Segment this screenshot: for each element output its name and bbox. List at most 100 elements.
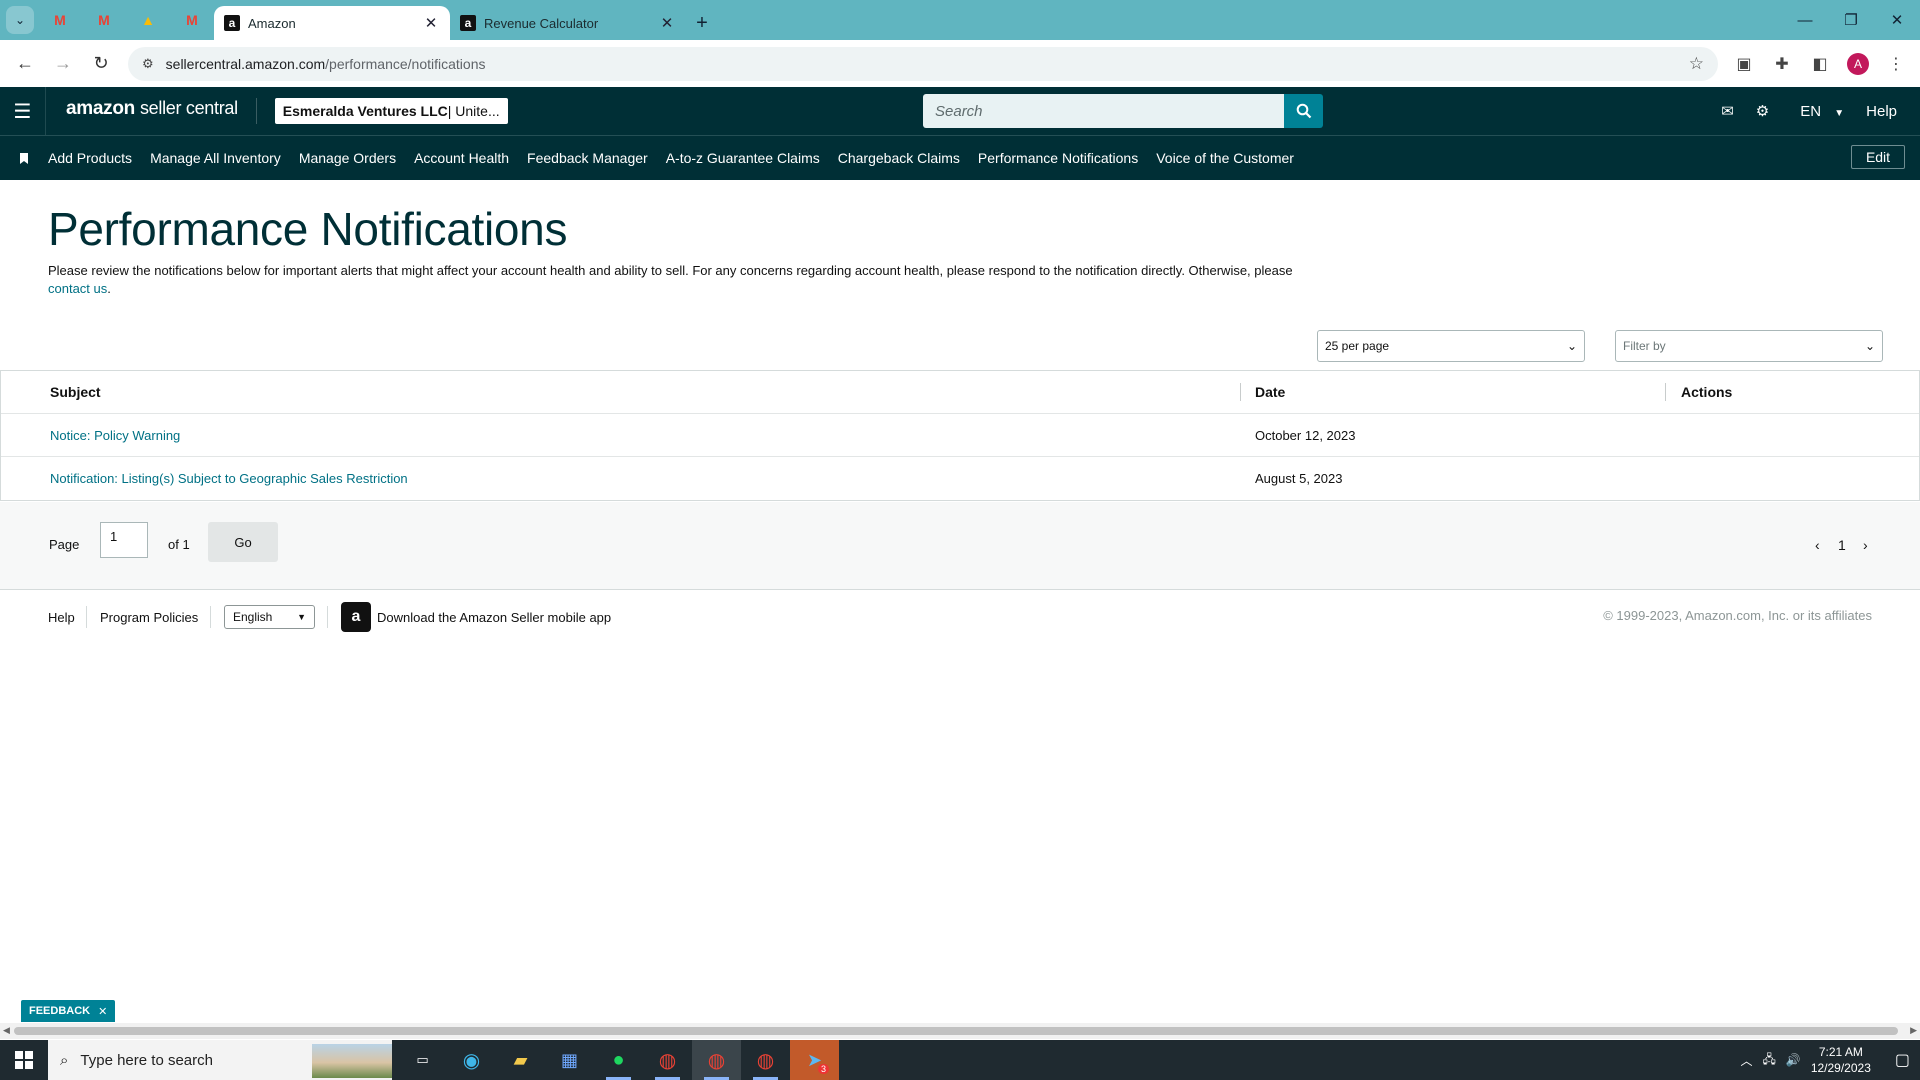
network-icon[interactable]: 🖧 — [1762, 1050, 1775, 1071]
profile-button[interactable]: A — [1842, 48, 1874, 80]
extensions-puzzle-icon[interactable]: ✚ — [1766, 48, 1798, 80]
settings-gear-icon[interactable]: ⚙ — [1747, 102, 1778, 120]
nav-item-feedback-manager[interactable]: Feedback Manager — [527, 150, 648, 166]
footer-program-policies-link[interactable]: Program Policies — [100, 610, 198, 625]
reload-button[interactable]: ↻ — [84, 47, 118, 81]
pinned-tab-gmail-1[interactable]: M — [38, 0, 82, 40]
pinned-tab-drive[interactable]: ▲ — [126, 0, 170, 40]
copyright-text: © 1999-2023, Amazon.com, Inc. or its aff… — [1603, 608, 1872, 623]
forward-button[interactable]: → — [46, 47, 80, 81]
pinned-tab-gmail-3[interactable]: M — [170, 0, 214, 40]
task-view-icon[interactable]: ▭ — [398, 1040, 447, 1080]
go-button[interactable]: Go — [208, 522, 278, 562]
search-highlight-image — [312, 1044, 392, 1078]
chrome-profile-icon[interactable]: ◍ — [692, 1040, 741, 1080]
nav-item-a-to-z-claims[interactable]: A-to-z Guarantee Claims — [666, 150, 820, 166]
scroll-right-arrow-icon[interactable]: ▶ — [1910, 1025, 1917, 1036]
minimize-icon[interactable]: — — [1782, 0, 1828, 40]
header-search: Search — [923, 94, 1323, 128]
amazon-seller-app-icon[interactable]: a — [341, 602, 371, 632]
clock[interactable]: 7:21 AM 12/29/2023 — [1811, 1044, 1871, 1076]
tab-amazon[interactable]: a Amazon ✕ — [214, 6, 450, 40]
footer-help-link[interactable]: Help — [48, 610, 75, 625]
edge-icon[interactable]: ◉ — [447, 1040, 496, 1080]
logo-brand: amazon — [66, 98, 135, 119]
seller-central-logo[interactable]: amazon seller central — [46, 98, 257, 124]
table-row: Notification: Listing(s) Subject to Geog… — [1, 457, 1919, 500]
footer-divider — [327, 606, 328, 628]
notification-subject-link[interactable]: Notification: Listing(s) Subject to Geog… — [50, 471, 408, 486]
tab-revenue-calculator[interactable]: a Revenue Calculator ✕ — [450, 6, 686, 40]
close-icon[interactable]: ✕ — [98, 1005, 107, 1018]
contact-us-link[interactable]: contact us — [48, 281, 107, 296]
gmail-icon: M — [54, 12, 66, 28]
table-row: Notice: Policy Warning October 12, 2023 — [1, 414, 1919, 457]
close-tab-icon[interactable]: ✕ — [658, 14, 676, 32]
browser-menu-icon[interactable]: ⋮ — [1880, 48, 1912, 80]
volume-icon[interactable]: 🔊 — [1786, 1053, 1801, 1067]
taskbar-search[interactable]: ⌕ Type here to search — [48, 1040, 392, 1080]
notification-date: August 5, 2023 — [1255, 471, 1343, 486]
microsoft-store-icon[interactable]: ▦ — [545, 1040, 594, 1080]
back-button[interactable]: ← — [8, 47, 42, 81]
help-link[interactable]: Help — [1857, 103, 1906, 120]
language-selector[interactable]: EN ▼ — [1782, 103, 1853, 120]
nav-item-manage-orders[interactable]: Manage Orders — [299, 150, 396, 166]
scroll-left-arrow-icon[interactable]: ◀ — [3, 1025, 10, 1036]
new-tab-button[interactable]: + — [686, 6, 718, 40]
close-tab-icon[interactable]: ✕ — [422, 14, 440, 32]
notification-subject-link[interactable]: Notice: Policy Warning — [50, 428, 180, 443]
bookmark-icon[interactable] — [0, 152, 48, 164]
pinned-tab-gmail-2[interactable]: M — [82, 0, 126, 40]
nav-item-manage-all-inventory[interactable]: Manage All Inventory — [150, 150, 281, 166]
window-controls: — ❐ ✕ — [1782, 0, 1920, 40]
account-switcher[interactable]: Esmeralda Ventures LLC | Unite... — [274, 98, 508, 124]
restore-icon[interactable]: ❐ — [1828, 0, 1874, 40]
feedback-button[interactable]: FEEDBACK ✕ — [21, 1000, 116, 1022]
messages-mail-icon[interactable]: ✉ — [1712, 102, 1743, 120]
search-icon: ⌕ — [60, 1051, 69, 1069]
nav-item-add-products[interactable]: Add Products — [48, 150, 132, 166]
search-input[interactable]: Search — [923, 94, 1284, 128]
scrollbar-thumb[interactable] — [14, 1027, 1898, 1035]
close-window-icon[interactable]: ✕ — [1874, 0, 1920, 40]
page-number-input[interactable]: 1 — [100, 522, 148, 558]
nav-item-account-health[interactable]: Account Health — [414, 150, 509, 166]
start-button[interactable] — [0, 1040, 48, 1080]
amazon-favicon-icon: a — [460, 15, 476, 31]
clock-date: 12/29/2023 — [1810, 1061, 1871, 1075]
extension-off-icon[interactable]: ▣ — [1728, 48, 1760, 80]
current-page-number[interactable]: 1 — [1838, 537, 1846, 553]
filter-by-select[interactable]: Filter by ⌄ — [1615, 330, 1883, 362]
nav-item-performance-notifications[interactable]: Performance Notifications — [978, 150, 1138, 166]
notifications-icon[interactable]: ▢ — [1881, 1050, 1910, 1070]
page-description: Please review the notifications below fo… — [48, 262, 1338, 298]
search-button[interactable] — [1284, 94, 1323, 128]
caret-down-icon: ▼ — [1834, 107, 1845, 119]
side-panel-icon[interactable]: ◧ — [1804, 48, 1836, 80]
tab-search-button[interactable]: ⌄ — [6, 6, 34, 34]
next-page-icon[interactable]: › — [1863, 537, 1868, 553]
per-page-select[interactable]: 25 per page ⌄ — [1317, 330, 1585, 362]
nav-item-voice-of-the-customer[interactable]: Voice of the Customer — [1156, 150, 1294, 166]
download-app-link[interactable]: Download the Amazon Seller mobile app — [377, 610, 611, 625]
chrome-alt-icon[interactable]: ◍ — [741, 1040, 790, 1080]
toolbar-right: ▣ ✚ ◧ A ⋮ — [1728, 48, 1912, 80]
edit-nav-button[interactable]: Edit — [1851, 145, 1905, 169]
column-header-date[interactable]: Date — [1255, 384, 1285, 400]
filter-placeholder: Filter by — [1623, 339, 1666, 353]
previous-page-icon[interactable]: ‹ — [1815, 537, 1820, 553]
chrome-icon[interactable]: ◍ — [643, 1040, 692, 1080]
spotify-icon[interactable]: ● — [594, 1040, 643, 1080]
chevron-up-icon[interactable]: ︿ — [1740, 1052, 1752, 1069]
column-header-subject[interactable]: Subject — [50, 384, 101, 400]
nav-item-chargeback-claims[interactable]: Chargeback Claims — [838, 150, 960, 166]
address-bar[interactable]: ⚙ sellercentral.amazon.com/performance/n… — [128, 46, 1718, 81]
file-explorer-icon[interactable]: ▰ — [496, 1040, 545, 1080]
telegram-icon[interactable]: ➤ 3 — [790, 1040, 839, 1080]
hamburger-menu-icon[interactable]: ☰ — [0, 87, 46, 135]
footer-language-select[interactable]: English ▼ — [224, 605, 315, 629]
site-settings-icon[interactable]: ⚙ — [142, 56, 154, 72]
bookmark-star-icon[interactable]: ☆ — [1689, 54, 1704, 74]
horizontal-scrollbar[interactable]: ◀ ▶ — [0, 1023, 1920, 1039]
